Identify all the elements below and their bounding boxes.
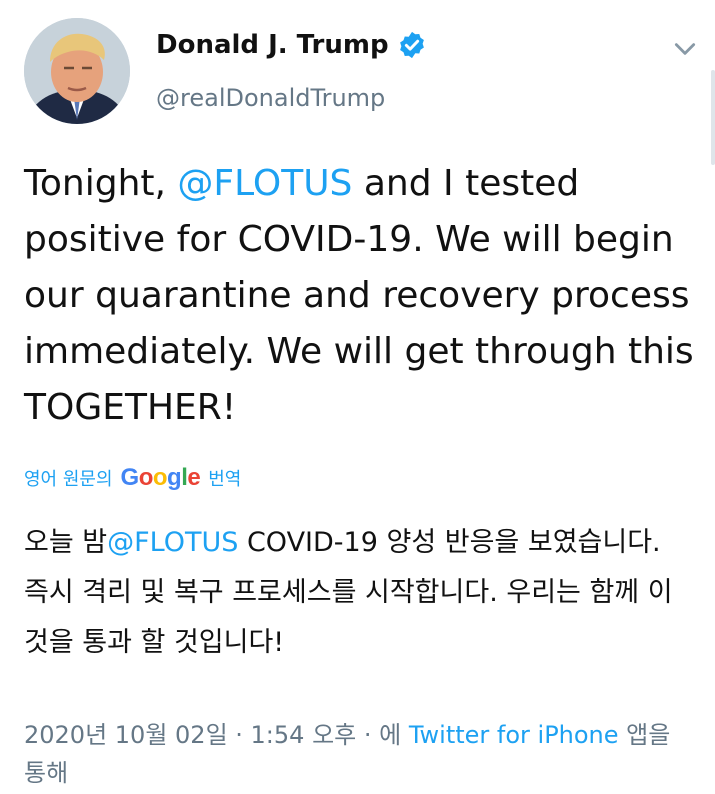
scrollbar[interactable] bbox=[711, 70, 715, 165]
tweet-card: Donald J. Trump @realDonaldTrump Tonight… bbox=[0, 0, 715, 794]
author-name-row[interactable]: Donald J. Trump bbox=[156, 30, 427, 60]
google-logo: Google bbox=[120, 464, 201, 491]
verified-badge-icon bbox=[399, 31, 424, 59]
author-name[interactable]: Donald J. Trump bbox=[156, 30, 389, 60]
avatar-image bbox=[24, 18, 130, 124]
translation-prefix[interactable]: 영어 원문의 bbox=[24, 465, 113, 491]
tweet-text-part1: Tonight, bbox=[24, 163, 178, 204]
author-handle[interactable]: @realDonaldTrump bbox=[156, 84, 385, 112]
mention-link[interactable]: @FLOTUS bbox=[177, 163, 352, 204]
chevron-down-icon[interactable] bbox=[672, 36, 698, 62]
tweet-text: Tonight, @FLOTUS and I tested positive f… bbox=[24, 156, 694, 436]
translated-mention-link[interactable]: @FLOTUS bbox=[107, 527, 238, 558]
translation-suffix[interactable]: 번역 bbox=[208, 465, 241, 491]
translation-attribution[interactable]: 영어 원문의 Google 번역 bbox=[24, 464, 241, 492]
tweet-meta: 2020년 10월 02일 · 1:54 오후 · 에 Twitter for … bbox=[24, 716, 694, 792]
avatar[interactable] bbox=[24, 18, 130, 124]
translated-text-part1: 오늘 밤 bbox=[24, 527, 108, 558]
translated-text: 오늘 밤@FLOTUS COVID-19 양성 반응을 보였습니다. 즉시 격리… bbox=[24, 518, 694, 668]
timestamp: 2020년 10월 02일 · 1:54 오후 · 에 bbox=[24, 721, 409, 749]
source-link[interactable]: Twitter for iPhone bbox=[409, 721, 619, 749]
